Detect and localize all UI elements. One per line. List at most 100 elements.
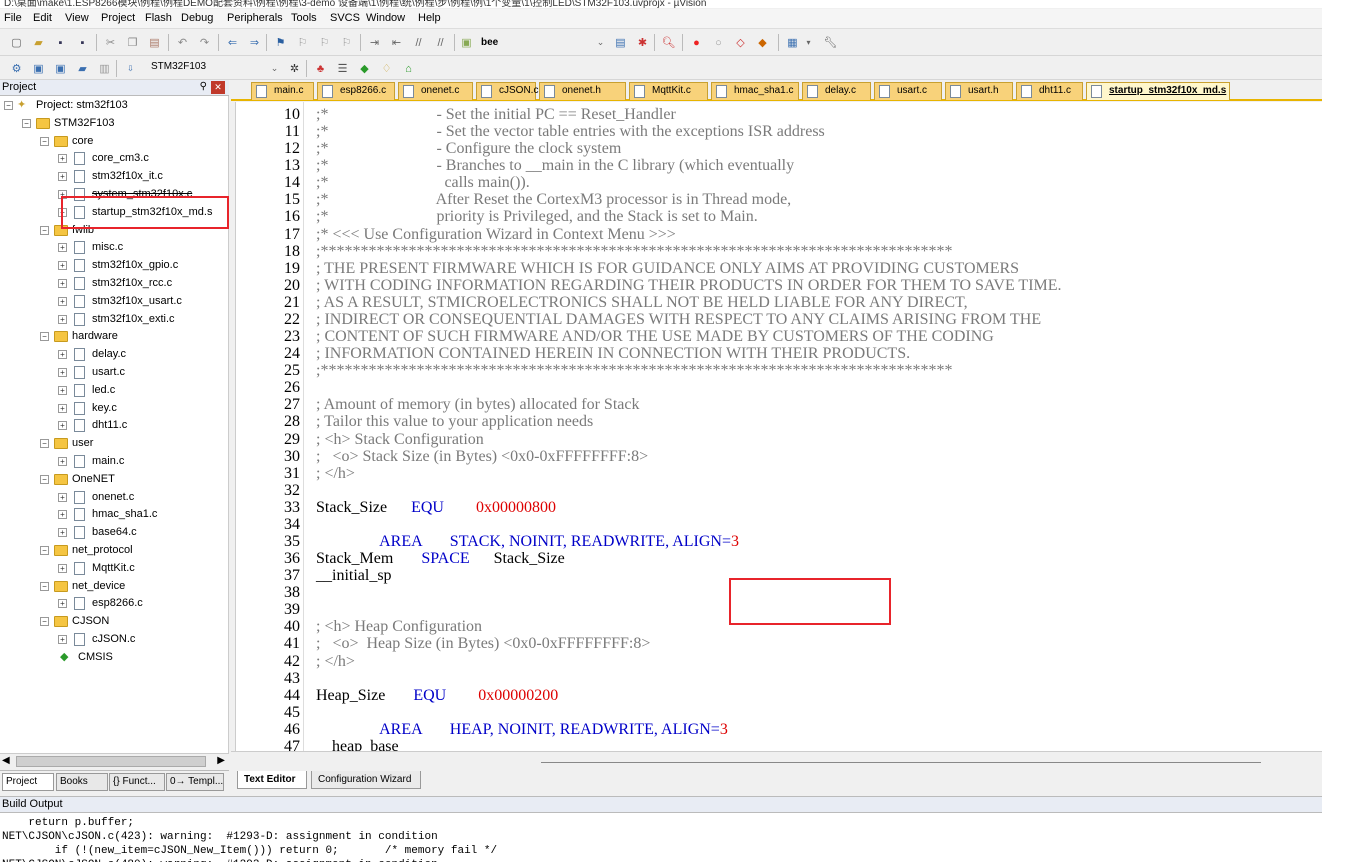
editor-tab[interactable]: MqttKit.c (629, 82, 708, 100)
tree-node-file[interactable]: + stm32f10x_exti.c (0, 311, 229, 328)
chevron-down-icon[interactable]: ▾ (800, 34, 817, 51)
tree-node-folder[interactable]: − net_device (0, 578, 229, 595)
new-file-icon[interactable]: ▢ (8, 34, 25, 51)
tree-node-file[interactable]: + stm32f10x_usart.c (0, 293, 229, 310)
breakpoint-icon[interactable]: ● (688, 34, 705, 51)
find-in-files-icon[interactable]: ▣ (458, 34, 475, 51)
expand-toggle-icon[interactable]: − (4, 101, 13, 110)
code-editor[interactable]: 10 11 12 13 14 15 16 17 18 19 20 21 22 23 24 25 26 27 28 29… (235, 102, 1322, 751)
editor-mode-tab[interactable]: Text Editor (237, 771, 307, 789)
translate-icon[interactable]: ⚙ (8, 60, 25, 77)
disable-all-breakpoints-icon[interactable]: ◆ (754, 34, 771, 51)
pin-icon[interactable]: ⚲ (200, 81, 207, 92)
expand-toggle-icon[interactable]: + (58, 368, 67, 377)
tree-node-folder[interactable]: − hardware (0, 328, 229, 345)
menu-item-svcs[interactable]: SVCS (330, 12, 360, 24)
tree-node-file[interactable]: + core_cm3.c (0, 150, 229, 167)
uncomment-icon[interactable]: // (432, 34, 449, 51)
tree-node-file[interactable]: + esp8266.c (0, 595, 229, 612)
tree-node-file[interactable]: + base64.c (0, 524, 229, 541)
expand-toggle-icon[interactable]: − (40, 225, 49, 235)
comment-icon[interactable]: // (410, 34, 427, 51)
rebuild-icon[interactable]: ▣ (52, 60, 69, 77)
scroll-thumb[interactable] (16, 756, 206, 767)
tree-node-folder[interactable]: − core (0, 133, 229, 150)
save-icon[interactable]: ▪ (52, 34, 69, 51)
build-icon[interactable]: ▣ (30, 60, 47, 77)
editor-tab[interactable]: hmac_sha1.c (711, 82, 799, 100)
undo-icon[interactable]: ↶ (174, 34, 191, 51)
menu-item-peripherals[interactable]: Peripherals (227, 12, 283, 24)
save-all-icon[interactable]: ▪ (74, 34, 91, 51)
chevron-down-icon[interactable]: ⌄ (592, 34, 609, 51)
horizontal-scrollbar[interactable]: ◀ ▶ (0, 753, 229, 770)
tree-node-file[interactable]: + hmac_sha1.c (0, 506, 229, 523)
expand-toggle-icon[interactable]: + (58, 599, 67, 609)
expand-toggle-icon[interactable]: − (22, 118, 31, 128)
menu-item-flash[interactable]: Flash (145, 12, 172, 24)
tree-node-file[interactable]: + key.c (0, 400, 229, 417)
unindent-icon[interactable]: ⇤ (388, 34, 405, 51)
editor-tab[interactable]: onenet.h (539, 82, 626, 100)
close-icon[interactable]: ✕ (211, 81, 225, 94)
disable-breakpoint-icon[interactable]: ○ (710, 34, 727, 51)
tree-node-folder[interactable]: − net_protocol (0, 542, 229, 559)
editor-tab[interactable]: usart.c (874, 82, 942, 100)
manage-components-icon[interactable]: ♣ (312, 60, 329, 77)
tree-node-folder[interactable]: − user (0, 435, 229, 452)
expand-toggle-icon[interactable]: + (58, 172, 67, 182)
expand-toggle-icon[interactable]: + (58, 154, 67, 164)
panel-tab-2[interactable]: {} Funct... (109, 773, 165, 791)
editor-tab[interactable]: main.c (251, 82, 314, 100)
expand-toggle-icon[interactable]: + (58, 510, 67, 520)
tree-node-target[interactable]: − STM32F103 (0, 115, 229, 132)
bookmark-icon[interactable]: ⚑ (272, 34, 289, 51)
panel-tab-1[interactable]: Books (56, 773, 108, 791)
editor-tab[interactable]: esp8266.c (317, 82, 395, 100)
run-time-env-icon[interactable]: ⌂ (400, 60, 417, 77)
editor-tab[interactable]: delay.c (802, 82, 871, 100)
panel-tab-3[interactable]: 0→ Templ... (166, 773, 224, 791)
expand-toggle-icon[interactable]: + (58, 279, 67, 288)
expand-toggle-icon[interactable]: − (40, 332, 49, 342)
stop-build-icon[interactable]: ▥ (96, 60, 113, 77)
menu-item-debug[interactable]: Debug (181, 12, 213, 24)
open-folder-icon[interactable]: ▰ (30, 34, 47, 51)
kill-breakpoints-icon[interactable]: ◇ (732, 34, 749, 51)
expand-toggle-icon[interactable]: − (40, 581, 49, 591)
find-value[interactable]: bee (481, 37, 498, 48)
tree-node-file[interactable]: + main.c (0, 453, 229, 470)
tree-node-root[interactable]: − ✦ Project: stm32f103 (0, 97, 229, 114)
menu-item-file[interactable]: File (4, 12, 22, 24)
copy-icon[interactable]: ❐ (124, 34, 141, 51)
target-select[interactable]: STM32F103 (148, 60, 264, 77)
expand-toggle-icon[interactable]: + (58, 350, 67, 360)
download-icon[interactable]: ⇩ (122, 60, 139, 77)
tree-node-component[interactable]: ◆ CMSIS (0, 649, 229, 666)
redo-icon[interactable]: ↷ (196, 34, 213, 51)
chevron-down-icon[interactable]: ⌄ (266, 60, 283, 77)
menu-item-window[interactable]: Window (366, 12, 405, 24)
nav-forward-icon[interactable]: ⇒ (246, 34, 263, 51)
expand-toggle-icon[interactable]: + (58, 385, 67, 395)
expand-toggle-icon[interactable]: − (40, 439, 49, 449)
editor-tab[interactable]: usart.h (945, 82, 1013, 100)
tree-node-file[interactable]: + delay.c (0, 346, 229, 363)
tree-node-folder[interactable]: − OneNET (0, 471, 229, 488)
tree-node-file[interactable]: + dht11.c (0, 417, 229, 434)
menu-item-project[interactable]: Project (101, 12, 135, 24)
expand-toggle-icon[interactable]: + (58, 403, 67, 413)
panel-tab-0[interactable]: Project (2, 773, 54, 791)
menu-item-help[interactable]: Help (418, 12, 441, 24)
expand-toggle-icon[interactable]: − (40, 546, 49, 555)
scroll-track[interactable] (541, 762, 1261, 763)
batch-build-icon[interactable]: ▰ (74, 60, 91, 77)
file-extensions-icon[interactable]: ☰ (334, 60, 351, 77)
cut-icon[interactable]: ✂ (102, 34, 119, 51)
expand-toggle-icon[interactable]: + (58, 243, 67, 253)
next-bookmark-icon[interactable]: ⚐ (316, 34, 333, 51)
tree-node-file[interactable]: + stm32f10x_rcc.c (0, 275, 229, 292)
incremental-find-icon[interactable]: ✱ (634, 34, 651, 51)
debug-session-icon[interactable]: 🔍︎ (660, 34, 677, 51)
clear-bookmarks-icon[interactable]: ⚐ (338, 34, 355, 51)
